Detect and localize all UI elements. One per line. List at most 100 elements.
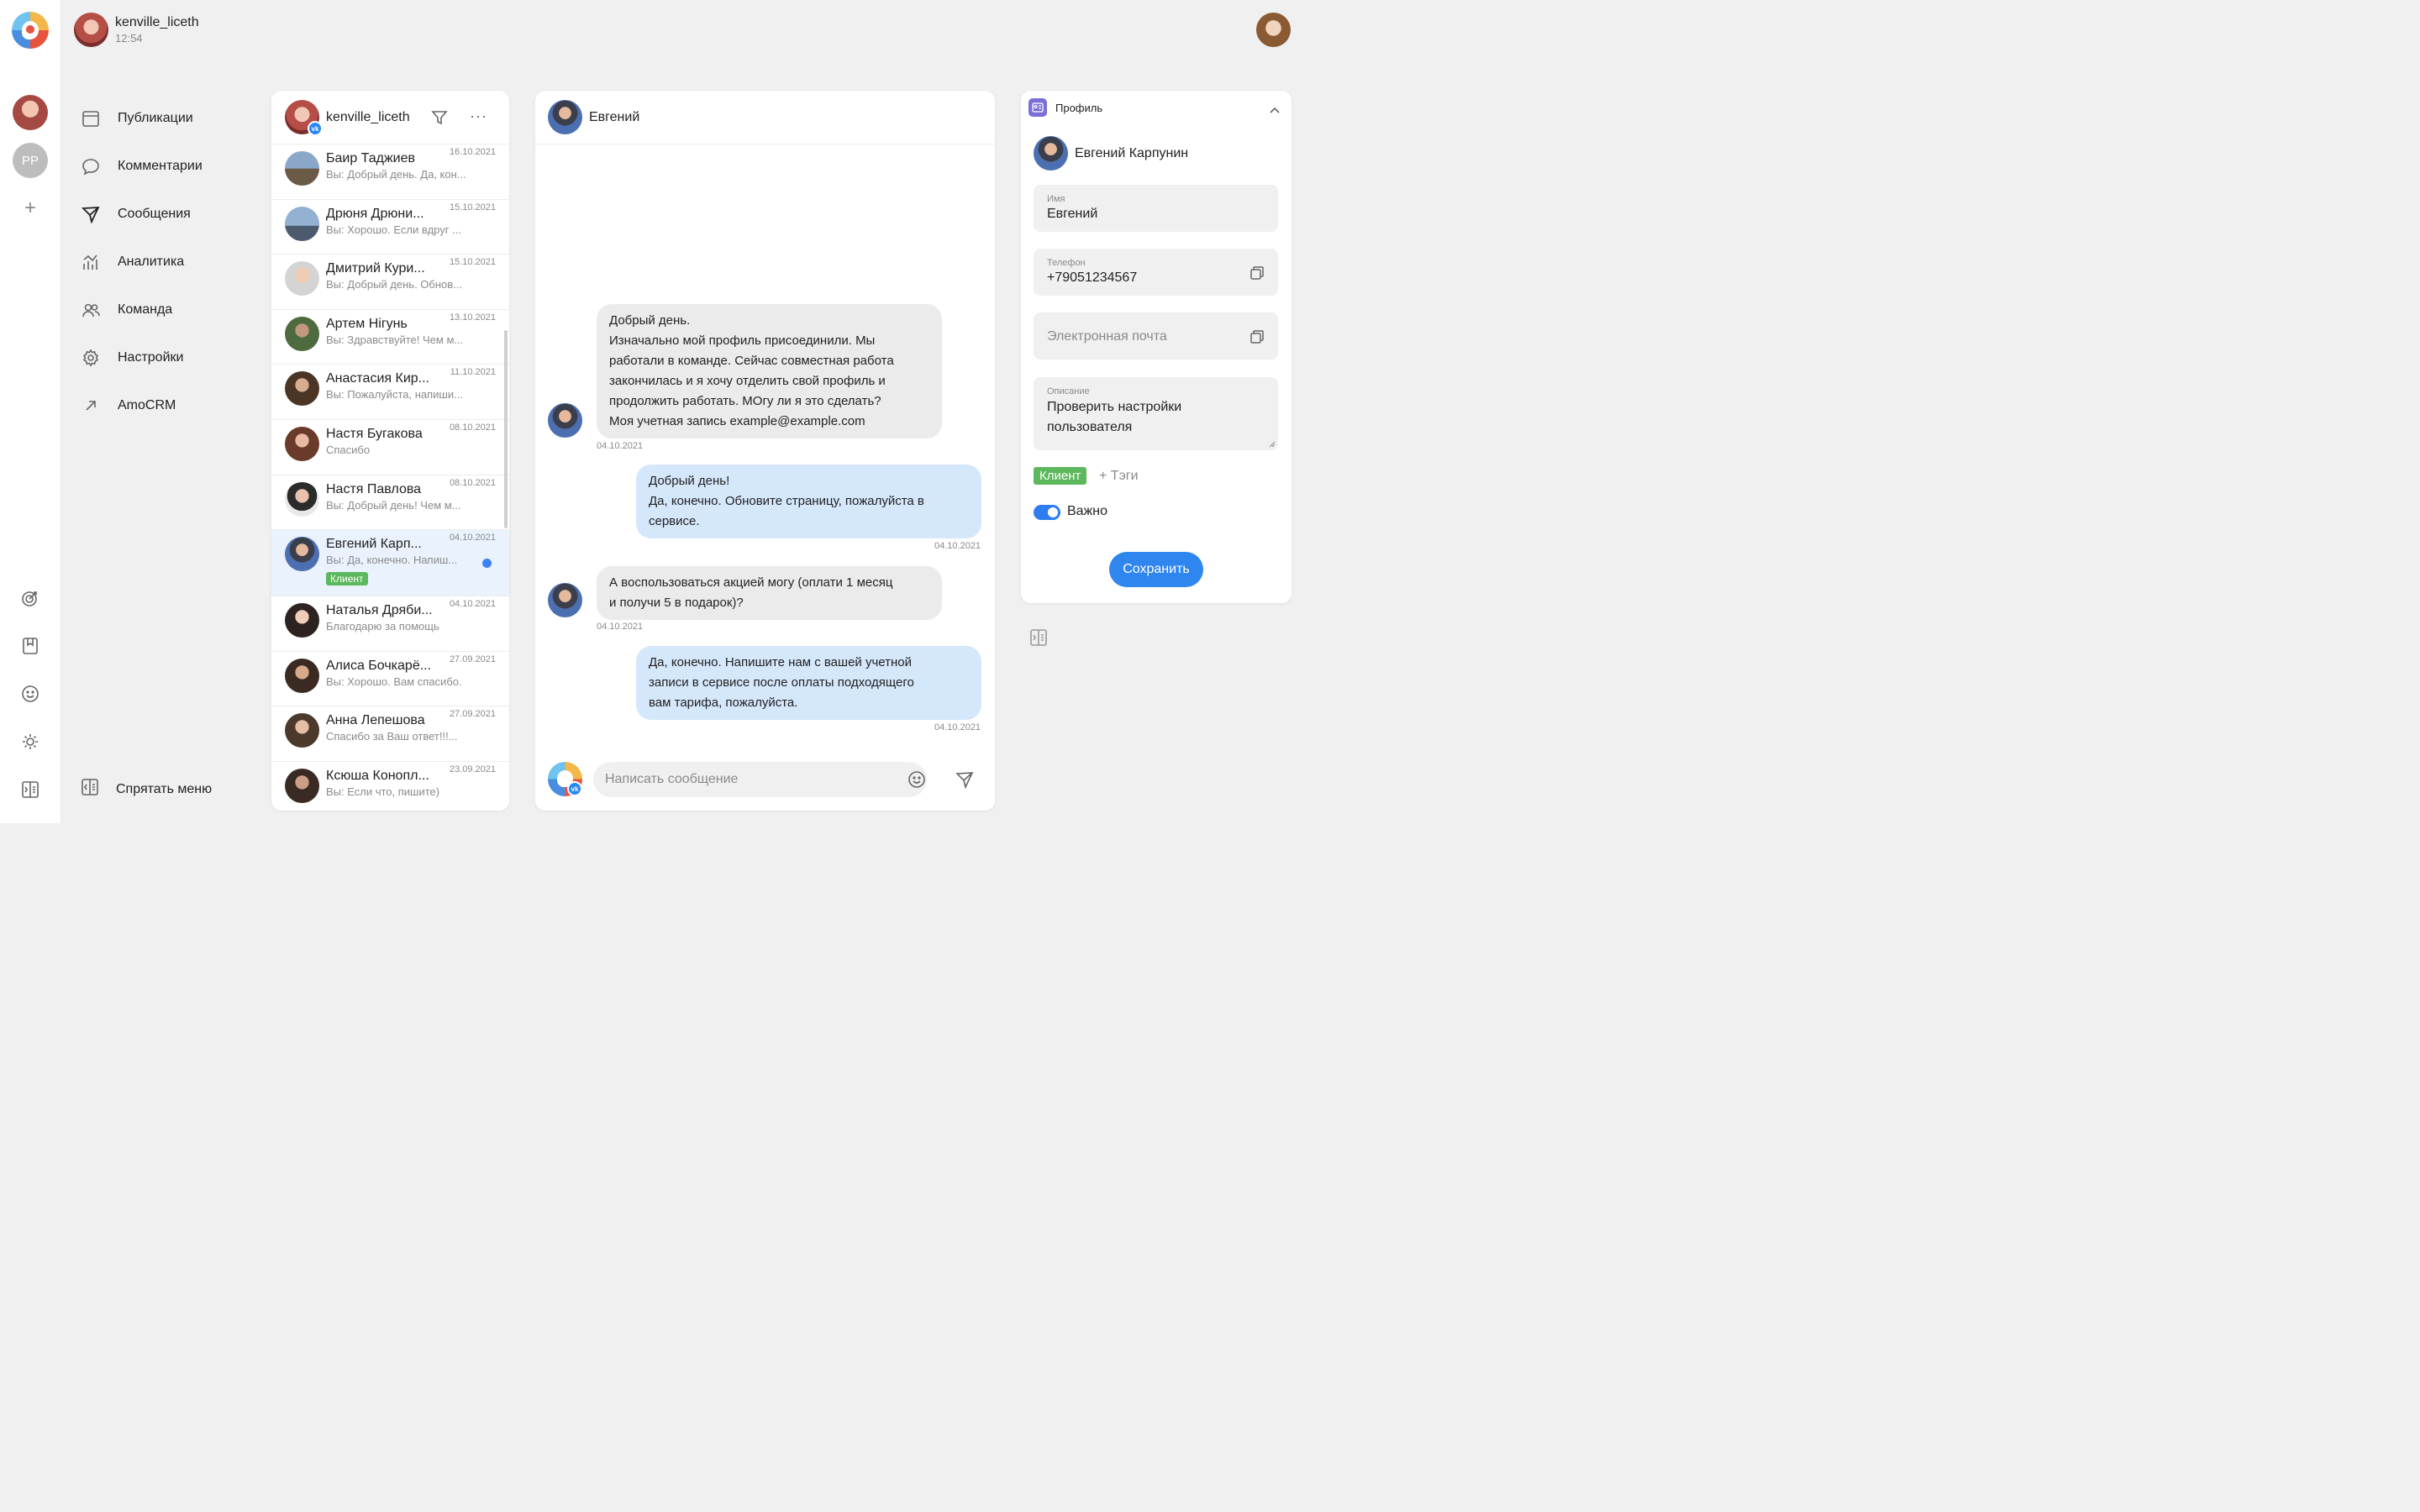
send-icon[interactable] xyxy=(955,770,974,793)
contact-avatar xyxy=(285,481,319,517)
conversation-item[interactable]: Настя Павлова Вы: Добрый день! Чем м... … xyxy=(271,475,509,531)
conversation-item-active[interactable]: Евгений Карп... Вы: Да, конечно. Напиш..… xyxy=(271,530,509,597)
conversation-date: 08.10.2021 xyxy=(449,422,496,433)
conversation-item[interactable]: Анастасия Кир... Вы: Пожалуйста, напиши.… xyxy=(271,365,509,420)
nav-item-settings[interactable]: Настройки xyxy=(81,333,257,381)
emoji-icon[interactable] xyxy=(908,770,926,793)
conversation-date: 15.10.2021 xyxy=(449,202,496,213)
account-avatar-active[interactable] xyxy=(13,95,48,130)
nav-label: Публикации xyxy=(118,110,193,125)
add-tags-button[interactable]: + Тэги xyxy=(1099,469,1139,484)
conversation-item[interactable]: Анна Лепешова Спасибо за Ваш ответ!!!...… xyxy=(271,706,509,762)
client-tag: Клиент xyxy=(326,572,368,586)
conversation-list-scrollbar[interactable] xyxy=(504,330,508,528)
conversation-date: 13.10.2021 xyxy=(449,312,496,323)
app-root: PP + kenville_liceth 12:54 Публикации Ко… xyxy=(0,0,1318,823)
team-icon xyxy=(81,300,101,320)
contact-name: Настя Бугакова xyxy=(326,426,423,441)
account-avatar-secondary[interactable]: PP xyxy=(13,143,48,178)
conversation-item[interactable]: Наталья Дряби... Благодарю за помощь 04.… xyxy=(271,596,509,652)
conversation-item[interactable]: Артем Нігунь Вы: Здравствуйте! Чем м... … xyxy=(271,310,509,365)
filter-icon[interactable] xyxy=(431,109,448,130)
profile-menu-avatar[interactable] xyxy=(1256,13,1291,47)
conversation-items: Баир Таджиев Вы: Добрый день. Да, кон...… xyxy=(271,144,509,811)
nav-item-team[interactable]: Команда xyxy=(81,286,257,333)
phone-field[interactable]: Телефон +79051234567 xyxy=(1034,249,1278,296)
conversation-date: 15.10.2021 xyxy=(449,257,496,268)
chat-header: Евгений xyxy=(535,91,995,144)
bookmark-icon[interactable] xyxy=(20,636,40,656)
nav-item-comments[interactable]: Комментарии xyxy=(81,142,257,190)
description-line: пользователя xyxy=(1047,420,1133,434)
message-preview: Вы: Если что, пишите) xyxy=(326,785,440,798)
contact-card-icon xyxy=(1028,98,1047,117)
name-field[interactable]: Имя Евгений xyxy=(1034,185,1278,232)
copy-icon[interactable] xyxy=(1249,329,1265,349)
profile-title: Профиль xyxy=(1055,101,1103,114)
sender-avatar xyxy=(548,403,582,438)
conversation-date: 08.10.2021 xyxy=(449,477,496,488)
conversation-item[interactable]: Дрюня Дрюни... Вы: Хорошо. Если вдруг ..… xyxy=(271,200,509,255)
conversation-item[interactable]: Дмитрий Кури... Вы: Добрый день. Обнов..… xyxy=(271,255,509,310)
collapse-panel-icon xyxy=(81,778,99,801)
copy-icon[interactable] xyxy=(1249,265,1265,285)
message-outgoing: Да, конечно. Напишите нам с вашей учетно… xyxy=(636,646,981,720)
contact-avatar xyxy=(285,713,319,748)
hide-menu-button[interactable]: Спрятать меню xyxy=(81,778,212,801)
nav-label: Сообщения xyxy=(118,206,191,221)
left-rail: PP + xyxy=(0,0,61,823)
contact-avatar xyxy=(285,206,319,241)
conversation-item[interactable]: Настя Бугакова Спасибо 08.10.2021 xyxy=(271,420,509,475)
main-nav: Публикации Комментарии Сообщения Аналити… xyxy=(81,94,257,429)
sender-avatar xyxy=(548,583,582,617)
smile-icon[interactable] xyxy=(20,684,40,704)
conversation-date: 16.10.2021 xyxy=(449,147,496,157)
target-icon[interactable] xyxy=(20,588,40,608)
contact-avatar xyxy=(285,603,319,638)
chevron-up-icon[interactable] xyxy=(1270,102,1280,118)
profile-panel: Профиль Евгений Карпунин Имя Евгений Тел… xyxy=(1021,91,1292,603)
save-button[interactable]: Сохранить xyxy=(1109,552,1203,587)
nav-label: Комментарии xyxy=(118,158,203,173)
more-options-icon[interactable]: ··· xyxy=(470,108,487,125)
client-tag[interactable]: Клиент xyxy=(1034,467,1087,485)
nav-item-publications[interactable]: Публикации xyxy=(81,94,257,142)
nav-item-amocrm[interactable]: AmoCRM xyxy=(81,381,257,429)
message-preview: Вы: Добрый день. Да, кон... xyxy=(326,168,466,181)
description-text: Проверить настройки пользователя xyxy=(1047,397,1257,438)
current-user[interactable]: kenville_liceth 12:54 xyxy=(74,13,199,47)
chat-contact-name: Евгений xyxy=(589,109,640,124)
expand-panel-icon[interactable] xyxy=(20,780,40,800)
app-logo[interactable] xyxy=(12,12,49,49)
important-label: Важно xyxy=(1067,504,1108,518)
conversation-list-header: vk kenville_liceth ··· xyxy=(271,91,509,144)
resize-handle-icon[interactable] xyxy=(1269,441,1276,448)
sun-icon[interactable] xyxy=(20,732,40,752)
message-input[interactable] xyxy=(593,762,927,797)
unread-dot xyxy=(482,559,492,569)
toggle-side-panel-icon[interactable] xyxy=(1029,628,1048,651)
contact-avatar xyxy=(285,537,319,572)
email-field[interactable]: Электронная почта xyxy=(1034,312,1278,360)
message-preview: Вы: Добрый день. Обнов... xyxy=(326,278,463,291)
message-line: сервисе. xyxy=(649,514,700,528)
message-outgoing: Добрый день! Да, конечно. Обновите стран… xyxy=(636,465,981,538)
message-preview: Вы: Да, конечно. Напиш... xyxy=(326,554,458,567)
nav-item-analytics[interactable]: Аналитика xyxy=(81,238,257,286)
add-account-icon[interactable]: + xyxy=(22,198,39,218)
profile-header[interactable]: Профиль xyxy=(1021,91,1292,124)
contact-avatar xyxy=(285,261,319,297)
nav-item-messages[interactable]: Сообщения xyxy=(81,190,257,238)
message-preview: Вы: Хорошо. Вам спасибо. xyxy=(326,675,462,688)
conversation-date: 04.10.2021 xyxy=(449,533,496,543)
current-user-name: kenville_liceth xyxy=(115,15,199,29)
conversation-item[interactable]: Баир Таджиев Вы: Добрый день. Да, кон...… xyxy=(271,144,509,200)
account-initials: PP xyxy=(21,153,39,168)
conversation-item[interactable]: Ксюша Конопл... Вы: Если что, пишите) 23… xyxy=(271,762,509,811)
description-field[interactable]: Описание Проверить настройки пользовател… xyxy=(1034,377,1278,450)
chat-contact-avatar[interactable] xyxy=(548,100,582,134)
message-preview: Вы: Пожалуйста, напиши... xyxy=(326,388,463,402)
contact-avatar xyxy=(285,426,319,461)
conversation-item[interactable]: Алиса Бочкарё... Вы: Хорошо. Вам спасибо… xyxy=(271,652,509,707)
important-toggle[interactable] xyxy=(1034,505,1060,520)
